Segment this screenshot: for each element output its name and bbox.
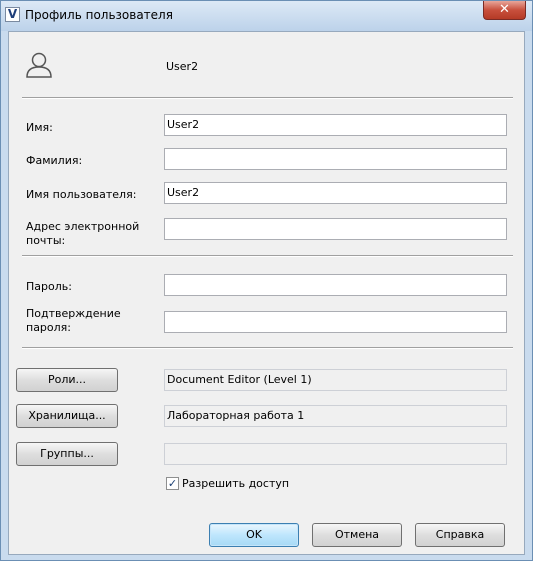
ok-button[interactable]: OK: [209, 523, 299, 547]
roles-button[interactable]: Роли...: [16, 368, 118, 392]
first-name-field[interactable]: User2: [164, 114, 507, 136]
close-button[interactable]: ✕: [483, 1, 526, 20]
divider-bottom: [22, 347, 513, 349]
allow-access-checkbox[interactable]: ✓: [166, 477, 179, 490]
groups-button[interactable]: Группы...: [16, 442, 118, 466]
storages-value: Лабораторная работа 1: [164, 405, 507, 427]
username-label: Имя пользователя:: [26, 188, 137, 201]
divider-middle: [22, 255, 513, 257]
email-label: Адрес электронной почты:: [26, 220, 140, 247]
last-name-label: Фамилия:: [26, 154, 83, 167]
roles-value: Document Editor (Level 1): [164, 369, 507, 391]
cancel-button[interactable]: Отмена: [312, 523, 402, 547]
allow-access-label[interactable]: Разрешить доступ: [182, 477, 289, 491]
username-field[interactable]: User2: [164, 182, 507, 204]
storages-button[interactable]: Хранилища...: [16, 404, 118, 428]
email-field[interactable]: [164, 218, 507, 240]
title-bar[interactable]: V Профиль пользователя ✕: [1, 1, 532, 31]
divider-top: [22, 97, 513, 99]
first-name-label: Имя:: [26, 121, 53, 134]
dialog-window: V Профиль пользователя ✕ User2 Имя: User…: [0, 0, 533, 561]
profile-username: User2: [166, 60, 199, 73]
password-label: Пароль:: [26, 280, 72, 293]
help-button[interactable]: Справка: [415, 523, 505, 547]
window-title: Профиль пользователя: [25, 8, 173, 22]
groups-value: [164, 443, 507, 465]
user-silhouette-icon: [26, 52, 52, 78]
last-name-field[interactable]: [164, 148, 507, 170]
password-field[interactable]: [164, 274, 507, 296]
confirm-password-field[interactable]: [164, 311, 507, 333]
app-icon: V: [5, 7, 20, 22]
confirm-password-label: Подтверждение пароля:: [26, 307, 121, 334]
